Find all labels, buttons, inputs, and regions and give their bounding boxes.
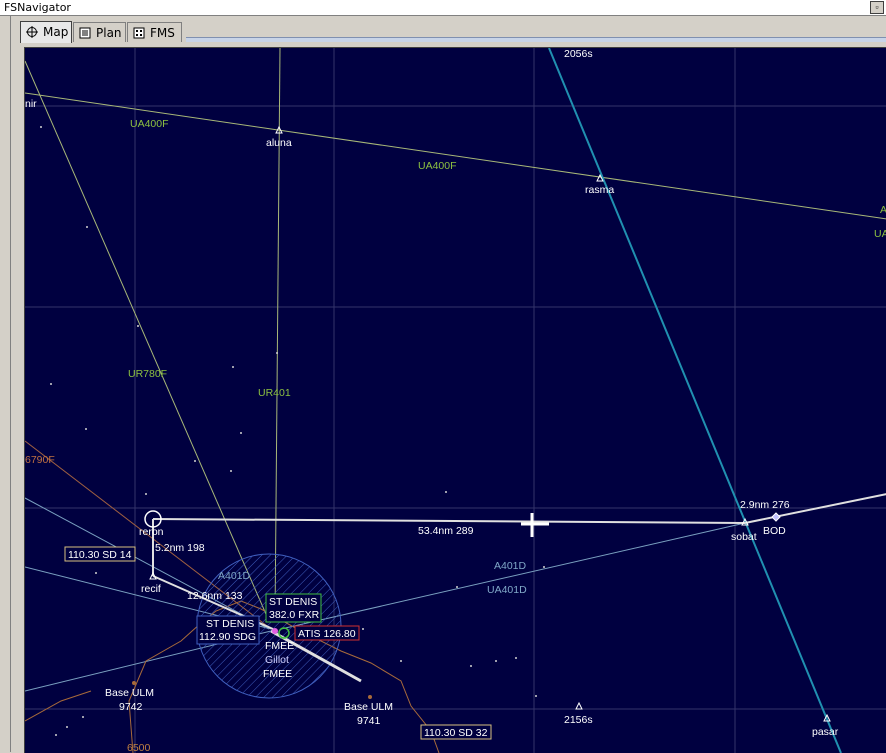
airway-label: UA400F [418,160,457,172]
airway-label: UR780F [128,368,167,380]
ndb-freq: 382.0 FXR [269,609,320,621]
ndb-name: ST DENIS [269,596,317,608]
airway-label: UA401D [487,584,527,596]
tab-plan[interactable]: Plan [73,22,126,42]
vor-freq: 112.90 SDG [199,631,256,643]
window-title: FSNavigator [4,1,71,14]
airport-code: FMEE [265,640,294,652]
airport-icon [272,628,278,634]
waypoint-label: recif [141,583,161,595]
airway-label: UR401 [258,387,291,399]
base-ulm-icon [368,695,372,699]
airway-label: A401D [494,560,527,572]
leg-label: 12.6nm 133 [187,590,243,602]
tab-fms[interactable]: FMS [127,22,182,42]
ils-label: 110.30 SD 32 [424,727,488,739]
airway-label: A [880,204,886,216]
crosshair-icon [26,26,38,38]
altitude-label: 2156s [564,714,593,726]
tab-plan-label: Plan [96,26,122,40]
base-ulm-name: Base ULM [105,687,154,699]
waypoint-label: BOD [763,525,786,537]
ils-label: 110.30 SD 14 [68,549,132,561]
waypoint-label: rasma [585,184,614,196]
plan-icon [79,27,91,39]
waypoint-label: reron [139,526,164,538]
atis-label: ATIS 126.80 [298,628,356,640]
waypoint-label: aluna [266,137,292,149]
pin-icon[interactable]: ▫ [870,1,884,14]
airway-label: 6790F [25,454,55,466]
airport-name: Gillot [265,654,289,666]
leg-label: 5.2nm 198 [155,542,205,554]
tab-strip [186,37,886,42]
leg-label: 53.4nm 289 [418,525,474,537]
title-bar: FSNavigator ▫ [0,0,886,16]
leg-label: 2.9nm 276 [740,499,790,511]
vor-name: ST DENIS [206,618,254,630]
tab-map-label: Map [43,25,69,39]
altitude-label: 6500 [127,742,151,753]
waypoint-label: sobat [731,531,757,543]
altitude-label: 2056s [564,48,593,60]
waypoint-label: nir [25,98,37,110]
base-ulm-elev: 9742 [119,701,143,713]
base-ulm-name: Base ULM [344,701,393,713]
airway-label: A401D [218,570,251,582]
left-dock-edge [0,16,11,752]
base-ulm-elev: 9741 [357,715,381,727]
tab-map[interactable]: Map [20,21,72,43]
fms-icon [133,27,145,39]
map-canvas[interactable]: UA400F UA400F UR780F UR401 A401D A401D U… [24,47,886,753]
waypoint-label: pasar [812,726,839,738]
airway-label: UA [874,228,886,240]
base-ulm-icon [132,681,136,685]
airway-label: UA400F [130,118,169,130]
airport-code: FMEE [263,668,292,680]
tab-fms-label: FMS [150,26,175,40]
